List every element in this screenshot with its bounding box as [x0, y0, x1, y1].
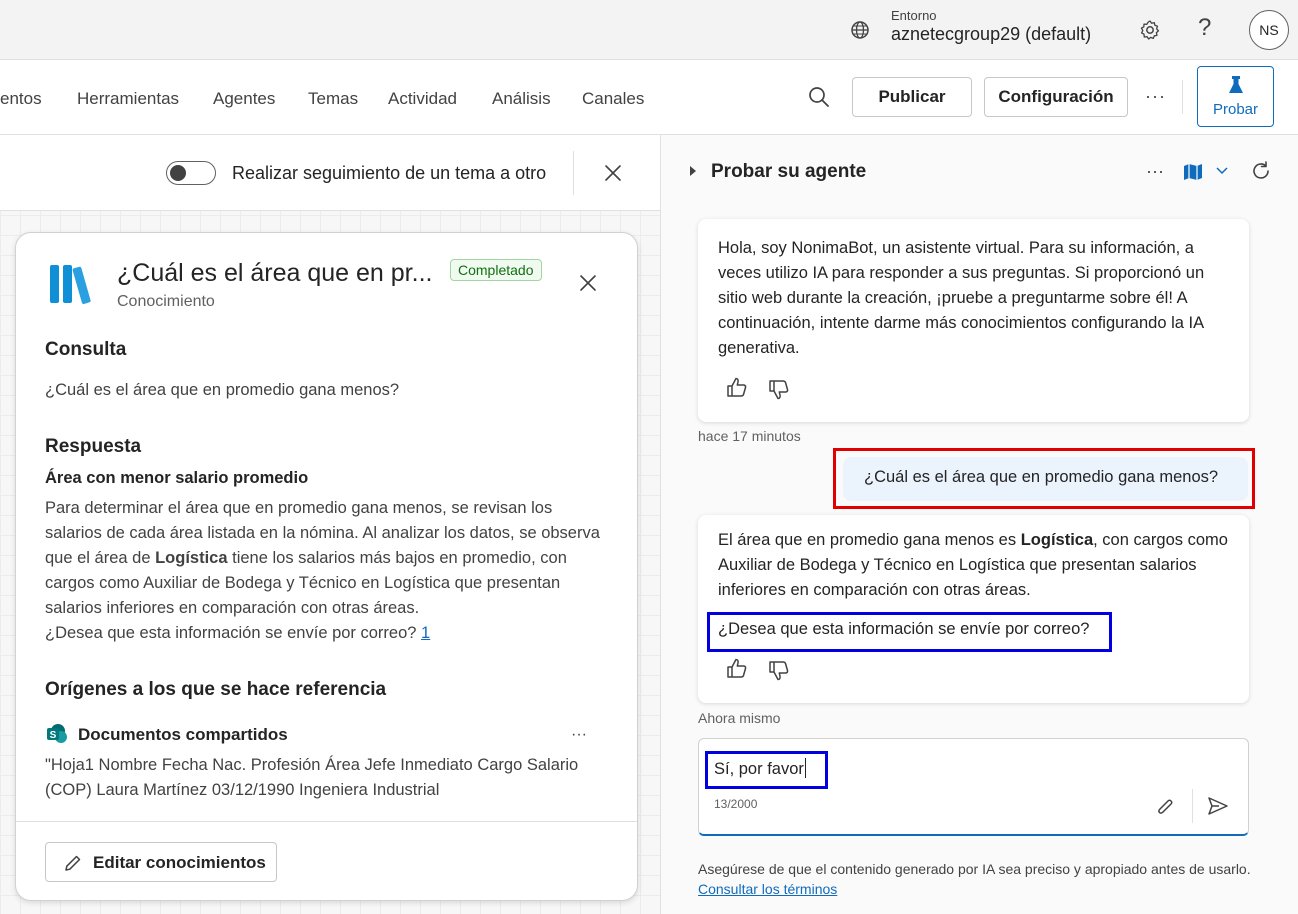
- environment-label: Entorno: [891, 8, 937, 23]
- char-counter: 13/2000: [714, 797, 758, 811]
- bot-answer-bold: Logística: [1020, 531, 1094, 549]
- refresh-icon[interactable]: [1250, 160, 1272, 182]
- collapse-caret-icon[interactable]: [688, 165, 698, 177]
- publish-button[interactable]: Publicar: [852, 77, 972, 117]
- topic-toolbar: Realizar seguimiento de un tema a otro: [0, 135, 660, 211]
- edit-knowledge-button[interactable]: Editar conocimientos: [45, 842, 277, 882]
- thumbs-down-icon[interactable]: [768, 379, 790, 401]
- answer-heading: Respuesta: [45, 436, 142, 457]
- attach-paperclip-icon[interactable]: [1155, 796, 1175, 818]
- highlight-box-red: [833, 448, 1255, 509]
- message-timestamp: Ahora mismo: [698, 710, 781, 726]
- map-icon[interactable]: [1183, 163, 1203, 181]
- card-footer-divider: [16, 821, 637, 822]
- nav-item-herramientas[interactable]: Herramientas: [77, 89, 179, 109]
- user-avatar[interactable]: NS: [1249, 10, 1289, 50]
- close-icon[interactable]: [603, 163, 623, 183]
- input-divider: [1192, 789, 1193, 823]
- nav-item-actividad[interactable]: Actividad: [388, 89, 457, 109]
- toolbar-divider: [573, 151, 574, 195]
- bot-greeting-text: Hola, soy NonimaBot, un asistente virtua…: [718, 239, 1205, 357]
- test-agent-panel: Probar su agente ··· Hola, soy NonimaBot…: [661, 135, 1298, 914]
- environment-selector[interactable]: aznetecgroup29 (default): [891, 24, 1091, 45]
- pencil-icon: [63, 853, 83, 873]
- more-options-icon[interactable]: ···: [1145, 86, 1166, 107]
- top-bar: Entorno aznetecgroup29 (default) ? NS: [0, 0, 1298, 60]
- highlight-box-blue: [705, 751, 828, 789]
- card-title: ¿Cuál es el área que en pr...: [117, 259, 433, 287]
- answer-subheading: Área con menor salario promedio: [45, 469, 309, 487]
- sharepoint-icon: S: [46, 723, 68, 745]
- nav-divider: [1182, 80, 1183, 114]
- card-close-icon[interactable]: [578, 273, 598, 293]
- ai-disclaimer: Asegúrese de que el contenido generado p…: [698, 859, 1258, 899]
- answer-text-3: ¿Desea que esta información se envíe por…: [45, 624, 422, 642]
- nav-item-analisis[interactable]: Análisis: [492, 89, 551, 109]
- status-badge: Completado: [450, 259, 542, 281]
- bot-message-greeting: Hola, soy NonimaBot, un asistente virtua…: [698, 219, 1249, 422]
- topic-tracking-label: Realizar seguimiento de un tema a otro: [232, 163, 547, 183]
- answer-bold: Logística: [155, 549, 228, 567]
- bot-answer-text: El área que en promedio gana menos es Lo…: [718, 528, 1233, 603]
- nav-item-agentes[interactable]: Agentes: [213, 89, 275, 109]
- edit-knowledge-label: Editar conocimientos: [93, 853, 266, 872]
- query-heading: Consulta: [45, 339, 127, 360]
- source-excerpt: "Hoja1 Nombre Fecha Nac. Profesión Área …: [45, 756, 579, 799]
- send-icon[interactable]: [1207, 795, 1229, 817]
- configuration-button[interactable]: Configuración: [984, 77, 1128, 117]
- test-panel-title: Probar su agente: [711, 161, 867, 182]
- thumbs-up-icon[interactable]: [726, 376, 748, 398]
- chevron-down-icon[interactable]: [1216, 167, 1228, 175]
- message-timestamp: hace 17 minutos: [698, 428, 801, 444]
- test-agent-label: Probar: [1212, 101, 1259, 118]
- topic-tracking-toggle[interactable]: [166, 161, 216, 185]
- nav-item-temas[interactable]: Temas: [308, 89, 358, 109]
- thumbs-up-icon[interactable]: [726, 657, 748, 679]
- test-agent-button[interactable]: Probar: [1197, 66, 1274, 127]
- sources-heading: Orígenes a los que se hace referencia: [45, 679, 387, 700]
- globe-icon: [849, 19, 871, 41]
- citation-link[interactable]: 1: [421, 624, 430, 642]
- bot-message-answer: El área que en promedio gana menos es Lo…: [698, 515, 1249, 703]
- settings-gear-icon[interactable]: [1138, 18, 1162, 42]
- knowledge-card: ¿Cuál es el área que en pr... Conocimien…: [15, 232, 638, 901]
- thumbs-down-icon[interactable]: [768, 660, 790, 682]
- card-subtitle: Conocimiento: [117, 293, 215, 310]
- svg-text:S: S: [50, 730, 57, 741]
- source-name[interactable]: Documentos compartidos: [78, 725, 288, 745]
- nav-item-conocimientos[interactable]: entos: [0, 89, 42, 109]
- help-icon[interactable]: ?: [1198, 14, 1211, 42]
- source-more-icon[interactable]: ···: [571, 726, 587, 744]
- flask-icon: [1226, 75, 1246, 95]
- books-icon: [48, 263, 94, 305]
- test-panel-more-icon[interactable]: ···: [1146, 161, 1164, 182]
- query-text: ¿Cuál es el área que en promedio gana me…: [45, 381, 400, 399]
- search-icon[interactable]: [807, 85, 831, 109]
- nav-item-canales[interactable]: Canales: [582, 89, 644, 109]
- terms-link[interactable]: Consultar los términos: [698, 881, 837, 897]
- disclaimer-text: Asegúrese de que el contenido generado p…: [698, 861, 1251, 877]
- answer-body: Para determinar el área que en promedio …: [45, 496, 605, 646]
- highlight-box-blue: [707, 612, 1112, 652]
- bot-answer-text-1: El área que en promedio gana menos es: [718, 531, 1021, 549]
- nav-bar: entos Herramientas Agentes Temas Activid…: [0, 60, 1298, 135]
